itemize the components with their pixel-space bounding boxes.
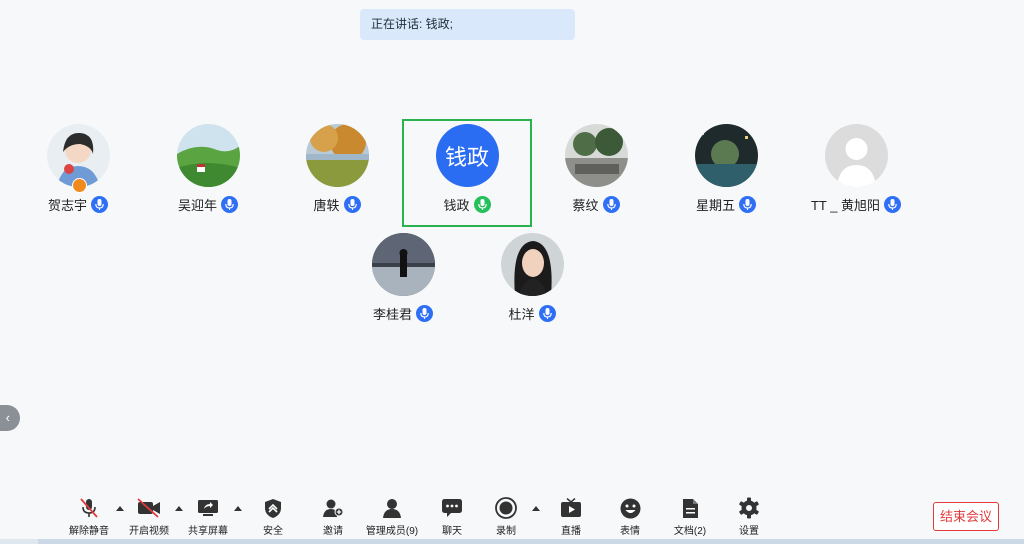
- share-screen-button[interactable]: 共享屏幕: [176, 496, 240, 537]
- toolbar-label: 直播: [561, 526, 581, 537]
- avatar: [371, 233, 435, 296]
- documents-button[interactable]: 文档(2): [658, 496, 722, 537]
- mic-muted-icon: [57, 496, 121, 520]
- end-meeting-button[interactable]: 结束会议: [933, 502, 999, 531]
- participant-tile[interactable]: TT _ 黄旭阳: [792, 124, 920, 214]
- participant-tile[interactable]: 贺志宇: [14, 124, 142, 214]
- participant-name: 吴迎年: [177, 197, 217, 213]
- speaking-banner: 正在讲话: 钱政;: [360, 9, 575, 40]
- document-icon: [658, 496, 722, 520]
- participant-tile[interactable]: 唐轶: [273, 124, 401, 214]
- avatar: [305, 124, 369, 187]
- participant-tile-speaking[interactable]: 钱政 钱政: [403, 124, 531, 214]
- text-avatar: 钱政: [435, 124, 499, 187]
- reactions-button[interactable]: 表情: [598, 496, 662, 537]
- mic-on-icon: [739, 195, 756, 213]
- mic-speaking-icon: [473, 195, 491, 213]
- emoji-icon: [598, 496, 662, 520]
- record-button[interactable]: 录制: [474, 496, 538, 537]
- participant-name: 蔡纹: [572, 197, 599, 213]
- toolbar-label: 邀请: [323, 526, 343, 537]
- mic-on-icon: [602, 195, 620, 213]
- participant-name: 星期五: [695, 197, 735, 213]
- meeting-toolbar: 解除静音 开启视频 共享屏幕 安全 邀请 管理成员(9) 聊天 录制 直播 表情…: [0, 496, 1024, 544]
- participant-name: 贺志宇: [47, 197, 87, 213]
- participant-name: 杜洋: [508, 306, 535, 322]
- toolbar-label: 开启视频: [129, 526, 169, 537]
- gear-icon: [717, 496, 781, 520]
- participant-name: 李桂君: [372, 306, 412, 322]
- participant-name: 唐轶: [313, 197, 340, 213]
- avatar: [694, 124, 758, 187]
- live-stream-button[interactable]: 直播: [539, 496, 603, 537]
- mic-on-icon: [91, 195, 108, 213]
- participant-tile[interactable]: 吴迎年: [144, 124, 272, 214]
- members-icon: [360, 496, 424, 520]
- avatar: [176, 124, 240, 187]
- share-screen-icon: [176, 496, 240, 520]
- bottom-scrollbar[interactable]: [0, 539, 1024, 544]
- mic-on-icon: [221, 195, 238, 213]
- participant-tile[interactable]: 杜洋: [468, 233, 596, 323]
- mic-on-icon: [416, 304, 433, 322]
- toolbar-label: 解除静音: [69, 526, 109, 537]
- manage-members-button[interactable]: 管理成员(9): [360, 496, 424, 537]
- toolbar-label: 文档(2): [673, 526, 707, 537]
- live-icon: [539, 496, 603, 520]
- participant-tile[interactable]: 李桂君: [339, 233, 467, 323]
- mic-on-icon: [538, 304, 556, 322]
- participant-tile[interactable]: 星期五: [662, 124, 790, 214]
- toolbar-label: 录制: [496, 526, 516, 537]
- video-off-icon: [117, 496, 181, 520]
- participant-name: TT _ 黄旭阳: [810, 197, 881, 213]
- toolbar-label: 安全: [263, 526, 283, 537]
- participant-tile[interactable]: 蔡纹: [532, 124, 660, 214]
- participant-name: 钱政: [443, 197, 470, 213]
- record-icon: [474, 496, 538, 520]
- toolbar-label: 共享屏幕: [188, 526, 228, 537]
- settings-button[interactable]: 设置: [717, 496, 781, 537]
- toolbar-label: 管理成员(9): [365, 526, 419, 537]
- invite-button[interactable]: 邀请: [301, 496, 365, 537]
- avatar: [824, 124, 888, 187]
- invite-user-icon: [301, 496, 365, 520]
- toolbar-label: 设置: [739, 526, 759, 537]
- security-button[interactable]: 安全: [241, 496, 305, 537]
- avatar: [500, 233, 564, 296]
- avatar: [564, 124, 628, 187]
- mic-on-icon: [884, 195, 902, 213]
- start-video-button[interactable]: 开启视频: [117, 496, 181, 537]
- unmute-button[interactable]: 解除静音: [57, 496, 121, 537]
- side-panel-toggle[interactable]: ‹: [0, 405, 20, 431]
- shield-icon: [241, 496, 305, 520]
- mic-on-icon: [343, 195, 361, 213]
- host-badge-icon: [72, 178, 87, 193]
- scrollbar-thumb[interactable]: [38, 539, 1024, 544]
- toolbar-label: 表情: [620, 526, 640, 537]
